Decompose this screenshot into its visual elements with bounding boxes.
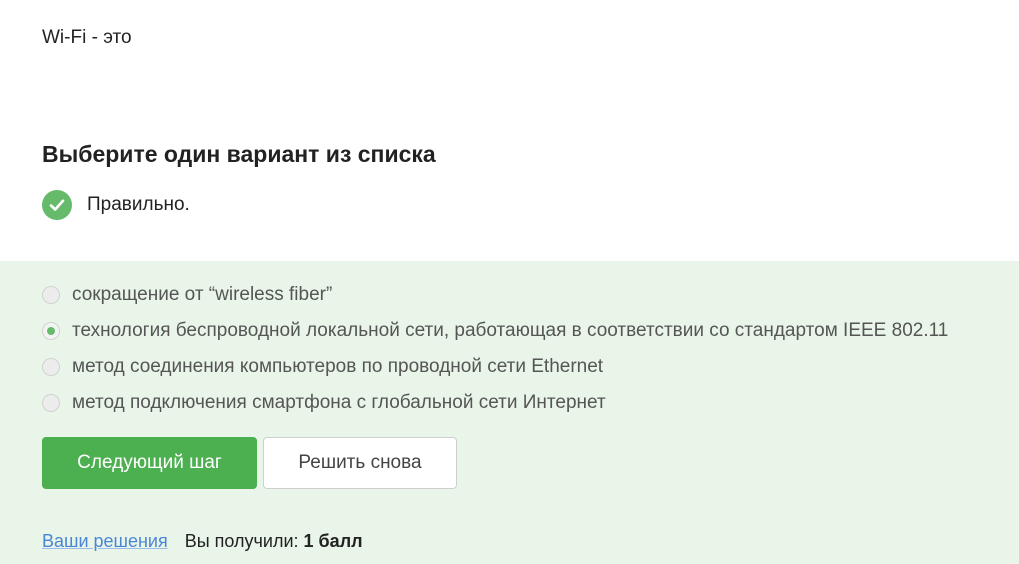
checkmark-circle-icon	[42, 190, 72, 220]
next-step-button[interactable]: Следующий шаг	[42, 437, 257, 489]
option-label: метод подключения смартфона с глобальной…	[72, 392, 606, 413]
option-3[interactable]: метод соединения компьютеров по проводно…	[42, 355, 603, 379]
radio-button-selected[interactable]	[42, 322, 60, 340]
score-value: 1 балл	[303, 530, 363, 551]
score-label: Вы получили:	[184, 530, 299, 551]
radio-selected-dot	[47, 327, 55, 335]
solve-again-button[interactable]: Решить снова	[263, 437, 457, 489]
footer: Ваши решения Вы получили: 1 балл	[42, 530, 363, 552]
option-label: сокращение от “wireless fiber”	[72, 284, 333, 305]
feedback-message: Правильно.	[42, 190, 190, 220]
question-text: Wi-Fi - это	[42, 27, 132, 48]
option-label: метод соединения компьютеров по проводно…	[72, 356, 604, 377]
radio-button[interactable]	[42, 286, 60, 304]
feedback-text: Правильно.	[87, 194, 190, 215]
radio-button[interactable]	[42, 358, 60, 376]
quiz-page: Wi-Fi - это Выберите один вариант из спи…	[0, 0, 1019, 564]
option-2[interactable]: технология беспроводной локальной сети, …	[42, 319, 948, 343]
radio-button[interactable]	[42, 394, 60, 412]
instruction-heading: Выберите один вариант из списка	[42, 141, 436, 167]
your-solutions-link[interactable]: Ваши решения	[42, 531, 168, 552]
option-1[interactable]: сокращение от “wireless fiber”	[42, 283, 332, 307]
option-4[interactable]: метод подключения смартфона с глобальной…	[42, 391, 606, 415]
option-label: технология беспроводной локальной сети, …	[72, 320, 949, 341]
